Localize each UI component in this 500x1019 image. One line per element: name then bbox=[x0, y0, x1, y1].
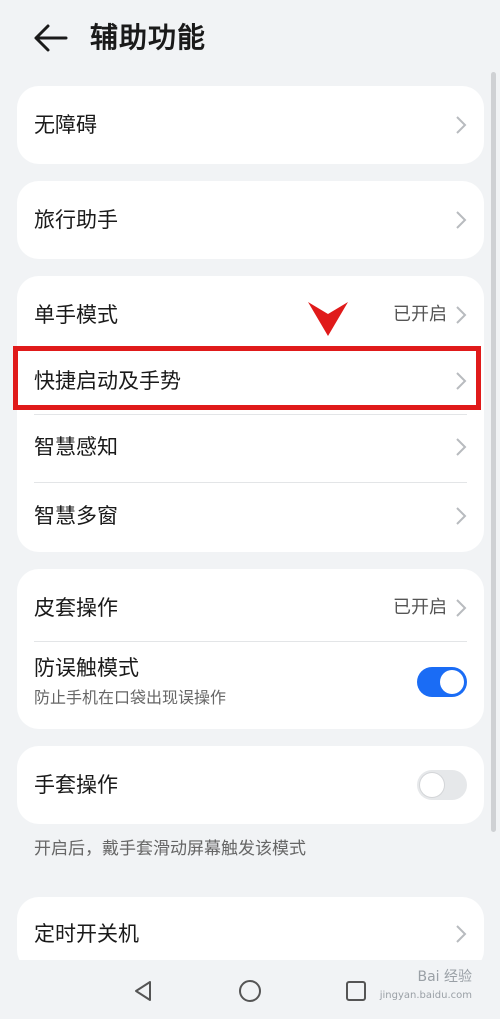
cover-operation-item[interactable]: 皮套操作 已开启 bbox=[17, 569, 484, 641]
page-title: 辅助功能 bbox=[90, 21, 207, 54]
smart-sense-item[interactable]: 智慧感知 bbox=[17, 414, 484, 482]
header: 辅助功能 bbox=[0, 0, 500, 76]
glove-operation-hint: 开启后，戴手套滑动屏幕触发该模式 bbox=[34, 839, 306, 859]
back-triangle-icon[interactable] bbox=[130, 978, 156, 1004]
scheduled-power-label: 定时开关机 bbox=[34, 922, 139, 946]
one-hand-mode-item[interactable]: 单手模式 已开启 bbox=[17, 276, 484, 346]
recents-square-icon[interactable] bbox=[343, 978, 369, 1004]
watermark-url: jingyan.baidu.com bbox=[379, 990, 472, 1001]
cover-operation-status: 已开启 bbox=[393, 597, 447, 618]
glove-operation-label: 手套操作 bbox=[34, 773, 118, 797]
accessibility-label: 无障碍 bbox=[34, 113, 97, 137]
chevron-right-icon bbox=[456, 925, 467, 943]
smart-multiwindow-item[interactable]: 智慧多窗 bbox=[17, 482, 484, 552]
mistouch-mode-item: 防误触模式 防止手机在口袋出现误操作 bbox=[17, 641, 484, 729]
chevron-right-icon bbox=[456, 306, 467, 324]
back-arrow-icon[interactable] bbox=[30, 20, 70, 56]
toggle-knob bbox=[420, 773, 444, 797]
cover-operation-label: 皮套操作 bbox=[34, 596, 118, 620]
chevron-right-icon bbox=[456, 507, 467, 525]
travel-assistant-label: 旅行助手 bbox=[34, 208, 118, 232]
chevron-right-icon bbox=[456, 599, 467, 617]
chevron-right-icon bbox=[456, 116, 467, 134]
glove-operation-item: 手套操作 bbox=[17, 746, 484, 824]
glove-operation-toggle[interactable] bbox=[417, 770, 467, 800]
gesture-settings-card: 单手模式 已开启 快捷启动及手势 智慧感知 智慧多窗 bbox=[17, 276, 484, 552]
chevron-right-icon bbox=[456, 211, 467, 229]
travel-assistant-item[interactable]: 旅行助手 bbox=[17, 181, 484, 259]
scrollbar[interactable] bbox=[491, 72, 496, 832]
smart-multiwindow-label: 智慧多窗 bbox=[34, 504, 118, 528]
mistouch-mode-toggle[interactable] bbox=[417, 667, 467, 697]
accessibility-item[interactable]: 无障碍 bbox=[17, 86, 484, 164]
chevron-right-icon bbox=[456, 438, 467, 456]
smart-sense-label: 智慧感知 bbox=[34, 435, 118, 459]
red-arrow-annotation bbox=[308, 302, 348, 336]
one-hand-mode-status: 已开启 bbox=[393, 304, 447, 325]
highlight-box-annotation bbox=[13, 346, 481, 410]
watermark: Bai 经验 bbox=[417, 969, 472, 985]
home-circle-icon[interactable] bbox=[237, 978, 263, 1004]
cover-settings-card: 皮套操作 已开启 防误触模式 防止手机在口袋出现误操作 bbox=[17, 569, 484, 729]
one-hand-mode-label: 单手模式 bbox=[34, 303, 118, 327]
toggle-knob bbox=[440, 670, 464, 694]
mistouch-mode-description: 防止手机在口袋出现误操作 bbox=[34, 688, 227, 707]
mistouch-mode-label: 防误触模式 bbox=[34, 656, 139, 680]
